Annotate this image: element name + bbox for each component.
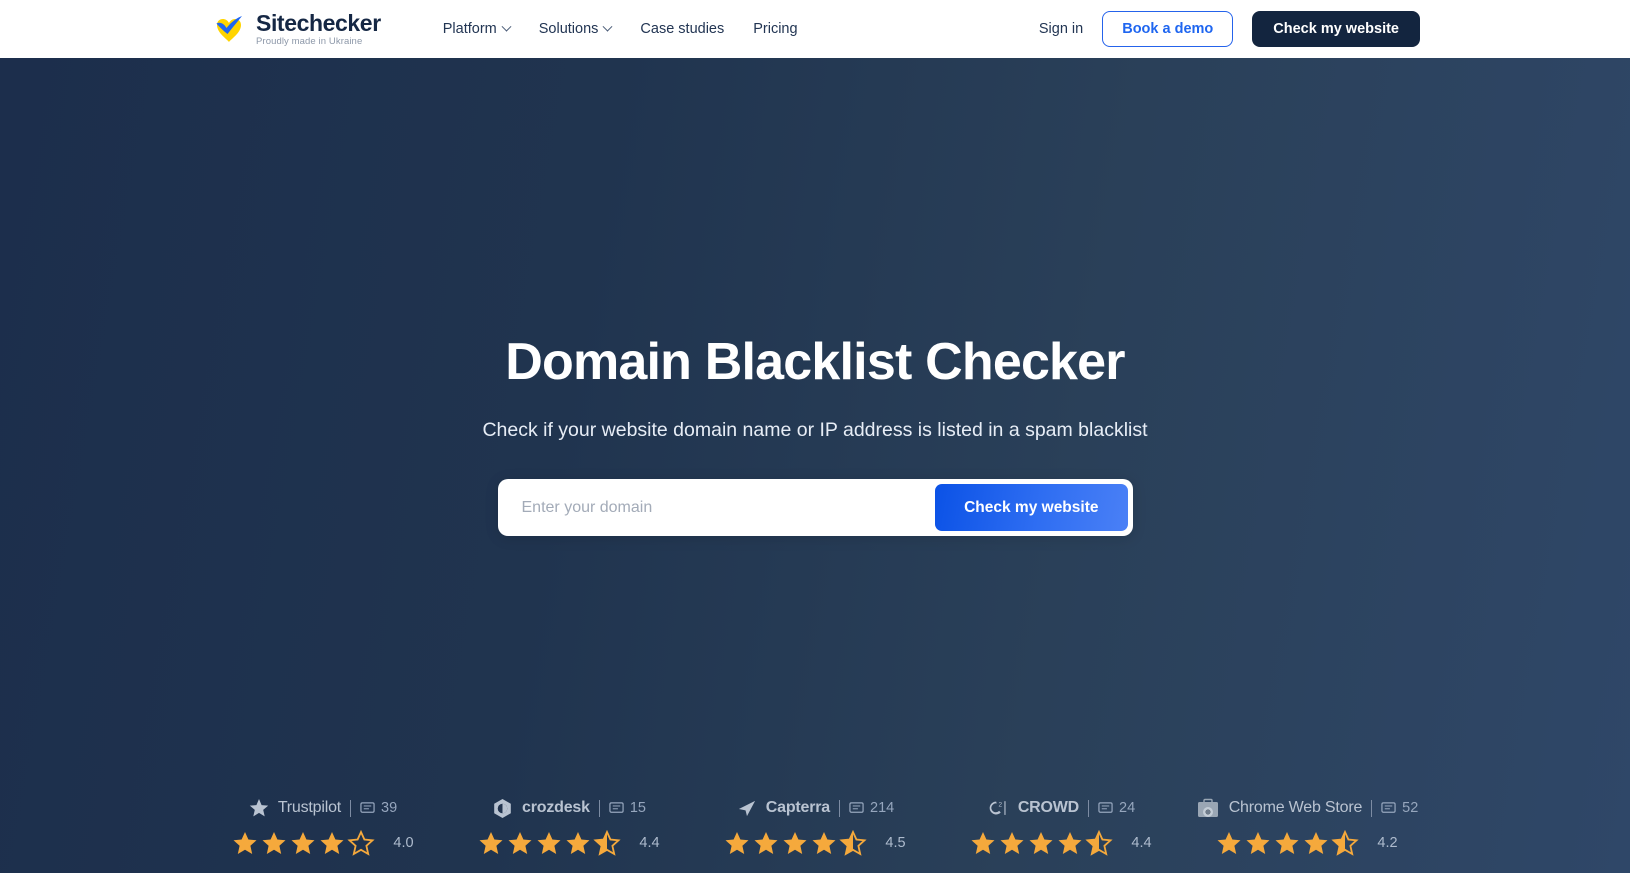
- nav-item-case-studies[interactable]: Case studies: [640, 21, 724, 37]
- svg-text:2: 2: [998, 801, 1002, 808]
- site-header: Sitechecker Proudly made in Ukraine Plat…: [0, 0, 1630, 58]
- star-rating: 4.4: [970, 830, 1152, 856]
- divider: [1371, 799, 1373, 817]
- badge-header: crozdesk 15: [492, 797, 646, 819]
- crozdesk-icon: [492, 798, 513, 819]
- review-count-value: 52: [1402, 800, 1419, 816]
- page-title: Domain Blacklist Checker: [505, 333, 1125, 391]
- review-count-value: 24: [1119, 800, 1136, 816]
- review-count-value: 214: [870, 800, 895, 816]
- badge-capterra[interactable]: Capterra 214 4.5: [692, 797, 938, 856]
- rating-score: 4.4: [1131, 835, 1152, 851]
- rating-score: 4.4: [639, 835, 660, 851]
- badge-name: Trustpilot: [277, 799, 342, 816]
- badge-name: crozdesk: [522, 799, 590, 816]
- header-actions: Sign in Book a demo Check my website: [1039, 11, 1420, 47]
- comment-icon: [360, 801, 375, 816]
- badge-g2-crowd[interactable]: 2 CROWD 24 4.4: [938, 797, 1184, 856]
- badge-header: Capterra 214: [736, 797, 894, 819]
- logo-name: Sitechecker: [256, 9, 381, 36]
- checkmark-heart-logo-icon: [212, 12, 246, 46]
- hero-section: Domain Blacklist Checker Check if your w…: [0, 58, 1630, 873]
- review-count-value: 39: [381, 800, 398, 816]
- chevron-down-icon: [602, 21, 613, 32]
- star-rating: 4.5: [724, 830, 906, 856]
- review-count: 24: [1098, 800, 1135, 816]
- badge-name: Chrome Web Store: [1228, 799, 1363, 816]
- star-rating: 4.2: [1216, 830, 1398, 856]
- star-rating: 4.4: [478, 830, 660, 856]
- stars: [724, 830, 876, 856]
- review-count-value: 15: [629, 800, 646, 816]
- logo-tagline: Proudly made in Ukraine: [256, 36, 363, 48]
- review-count: 15: [609, 800, 646, 816]
- stars: [970, 830, 1122, 856]
- badge-header: Trustpilot 39: [249, 797, 397, 819]
- page-subtitle: Check if your website domain name or IP …: [482, 419, 1148, 442]
- nav-item-platform[interactable]: Platform: [442, 21, 512, 37]
- stars: [1216, 830, 1368, 856]
- badge-header: 2 CROWD 24: [987, 797, 1135, 819]
- badge-name: CROWD: [1017, 799, 1080, 816]
- divider: [350, 799, 352, 817]
- logo[interactable]: Sitechecker Proudly made in Ukraine: [212, 11, 381, 47]
- g2-crowd-icon: 2: [987, 798, 1009, 819]
- divider: [598, 799, 600, 817]
- badge-trustpilot[interactable]: Trustpilot 39 4.0: [200, 797, 446, 856]
- domain-search-bar: Check my website: [497, 479, 1133, 537]
- capterra-icon: [736, 798, 757, 819]
- nav-item-label: Platform: [442, 21, 497, 37]
- badge-chrome-web-store[interactable]: Chrome Web Store 52 4.2: [1184, 797, 1430, 856]
- rating-score: 4.0: [393, 835, 414, 851]
- divider: [839, 799, 840, 817]
- review-badges: Trustpilot 39 4.0 crozdesk 15 4.4 Capter…: [0, 797, 1630, 856]
- divider: [1088, 799, 1090, 817]
- stars: [478, 830, 630, 856]
- trustpilot-star-icon: [249, 798, 269, 818]
- sign-in-link[interactable]: Sign in: [1039, 21, 1083, 37]
- comment-icon: [849, 801, 864, 816]
- header-check-my-website-button[interactable]: Check my website: [1252, 11, 1420, 47]
- star-rating: 4.0: [232, 830, 414, 856]
- main-navigation: Platform Solutions Case studies Pricing: [443, 21, 798, 37]
- chevron-down-icon: [501, 21, 512, 32]
- nav-item-label: Solutions: [538, 21, 599, 37]
- check-my-website-button[interactable]: Check my website: [935, 484, 1128, 532]
- book-a-demo-button[interactable]: Book a demo: [1102, 11, 1234, 47]
- rating-score: 4.2: [1377, 835, 1398, 851]
- stars: [232, 830, 384, 856]
- review-count: 52: [1381, 800, 1418, 816]
- rating-score: 4.5: [885, 835, 906, 851]
- review-count: 39: [360, 800, 397, 816]
- comment-icon: [609, 801, 624, 816]
- review-count: 214: [849, 800, 894, 816]
- nav-item-pricing[interactable]: Pricing: [753, 21, 797, 37]
- nav-item-label: Pricing: [753, 21, 798, 37]
- badge-crozdesk[interactable]: crozdesk 15 4.4: [446, 797, 692, 856]
- chrome-web-store-icon: [1196, 797, 1220, 819]
- nav-item-solutions[interactable]: Solutions: [538, 21, 613, 37]
- nav-item-label: Case studies: [640, 21, 725, 37]
- comment-icon: [1098, 801, 1113, 816]
- badge-header: Chrome Web Store 52: [1196, 797, 1418, 819]
- comment-icon: [1381, 801, 1396, 816]
- search-input[interactable]: [497, 498, 936, 517]
- badge-name: Capterra: [765, 799, 830, 816]
